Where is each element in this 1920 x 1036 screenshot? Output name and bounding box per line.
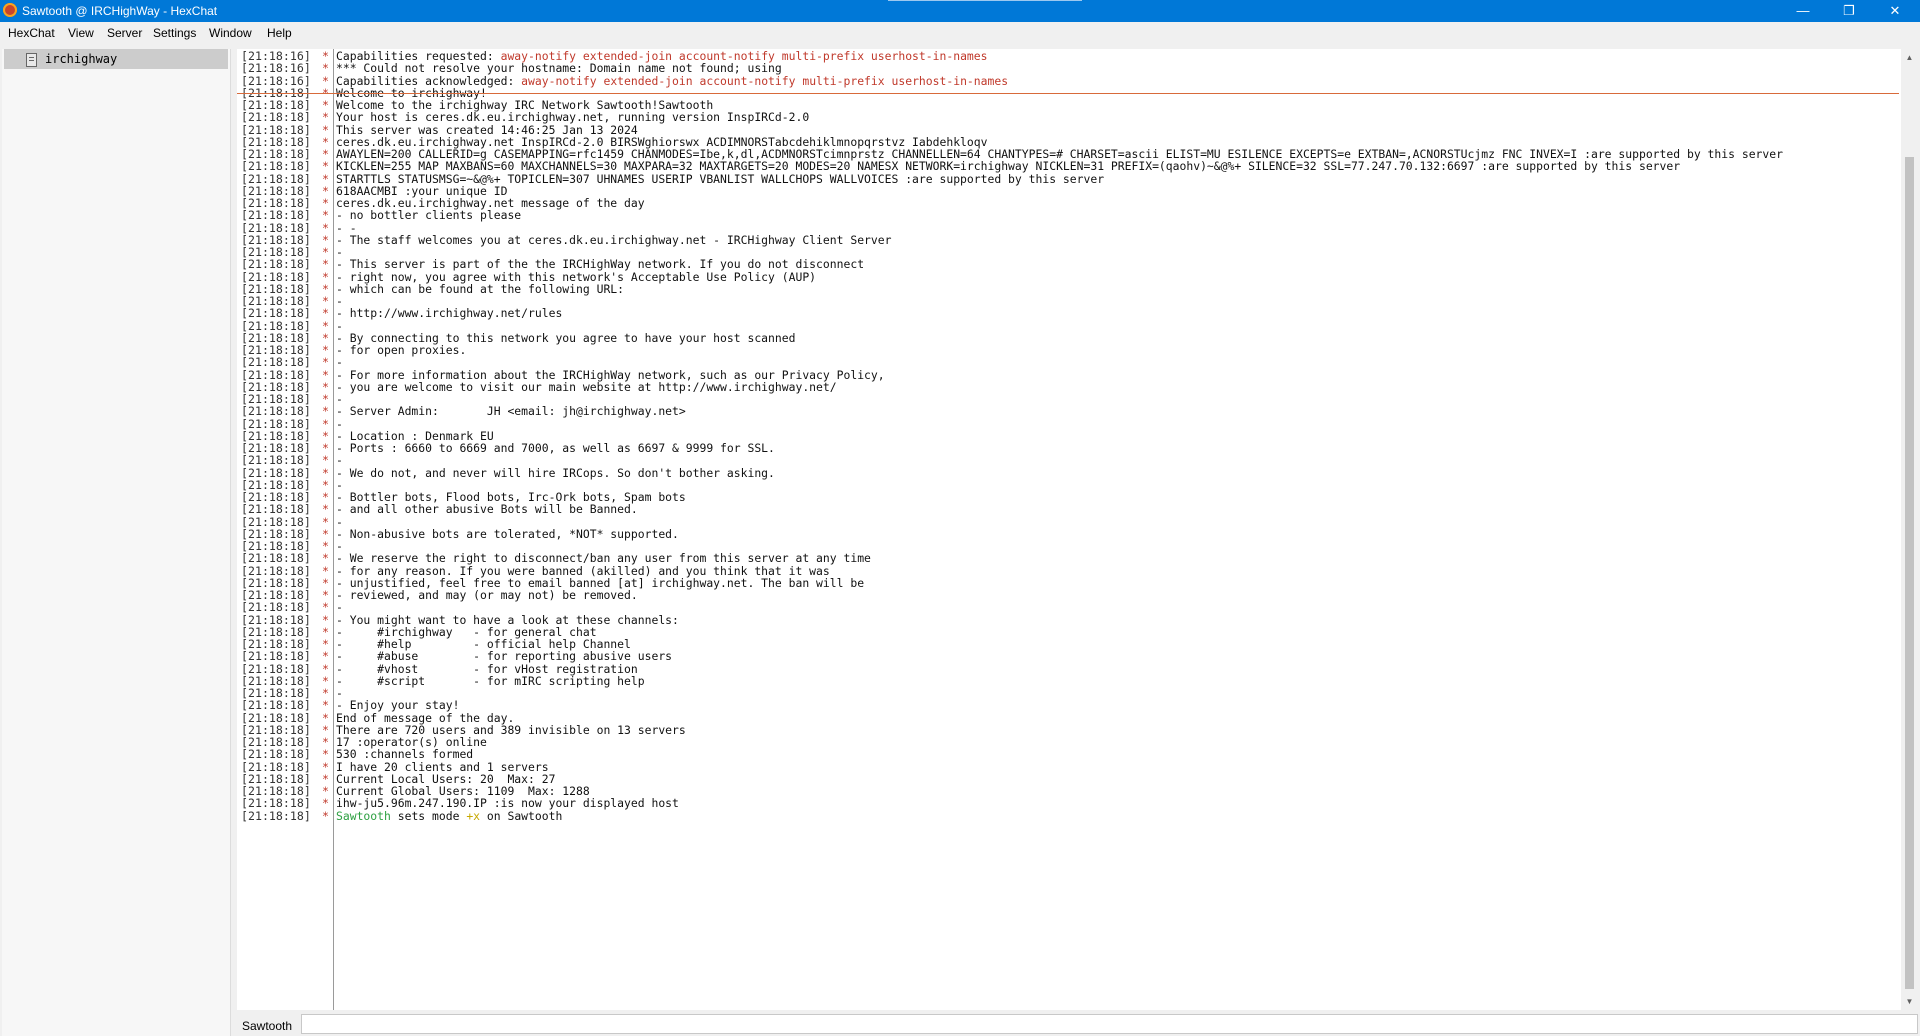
message-segment: +x xyxy=(466,808,481,823)
message-segment: Sawtooth xyxy=(336,808,391,823)
message-prefix: * xyxy=(322,808,329,823)
chat-text-area[interactable]: [21:18:16] * Capabilities requested: away-… xyxy=(237,49,1901,1010)
restore-button[interactable]: ❐ xyxy=(1826,0,1872,22)
menu-view[interactable]: View xyxy=(68,26,94,40)
minimize-button[interactable]: — xyxy=(1780,0,1826,22)
title-bar: Sawtooth @ IRCHighWay - HexChat — ❐ ✕ xyxy=(0,0,1920,22)
message-segment: sets mode xyxy=(390,808,467,823)
menu-server[interactable]: Server xyxy=(107,26,142,40)
nick-button[interactable]: Sawtooth xyxy=(237,1014,299,1036)
chat-scrollbar[interactable]: ▲ ▼ xyxy=(1901,49,1918,1010)
menu-bar: HexChat View Server Settings Window Help xyxy=(0,22,1920,44)
chat-line: [21:18:18] * Sawtooth sets mode +x on Sawt… xyxy=(237,809,1901,824)
sidebar-item-label: irchighway xyxy=(45,52,118,66)
window-title: Sawtooth @ IRCHighWay - HexChat xyxy=(22,4,218,18)
server-icon xyxy=(26,53,37,67)
message-segment: on Sawtooth xyxy=(480,808,563,823)
timestamp: [21:18:18] xyxy=(241,808,311,823)
menu-window[interactable]: Window xyxy=(209,26,252,40)
input-bar: Sawtooth xyxy=(237,1012,1920,1036)
menu-settings[interactable]: Settings xyxy=(153,26,196,40)
close-button[interactable]: ✕ xyxy=(1872,0,1918,22)
title-focus-indicator xyxy=(888,0,1082,1)
scroll-down-arrow-icon[interactable]: ▼ xyxy=(1901,993,1918,1010)
menu-help[interactable]: Help xyxy=(267,26,292,40)
sidebar-item-irchighway[interactable]: irchighway xyxy=(4,49,228,69)
scrollbar-thumb[interactable] xyxy=(1905,157,1914,989)
nick-label: Sawtooth xyxy=(242,1019,293,1033)
message-text: Sawtooth sets mode +x on Sawtooth xyxy=(336,809,562,824)
marker-line xyxy=(237,93,1899,94)
channel-tree: irchighway xyxy=(2,49,231,1036)
menu-hexchat[interactable]: HexChat xyxy=(8,26,55,40)
message-input[interactable] xyxy=(301,1014,1918,1034)
scroll-up-arrow-icon[interactable]: ▲ xyxy=(1901,49,1918,66)
hexchat-logo-icon xyxy=(3,3,17,17)
